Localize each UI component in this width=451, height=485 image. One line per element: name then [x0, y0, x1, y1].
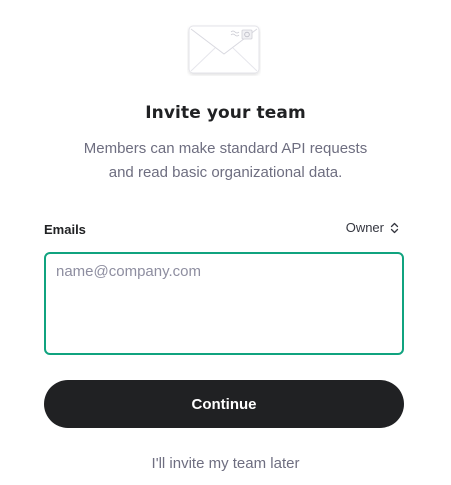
role-select-value: Owner — [345, 220, 384, 235]
subtitle-line-2: and read basic organizational data. — [108, 164, 343, 181]
page-subtitle: Members can make standard API requests a… — [60, 137, 391, 185]
envelope-icon — [187, 24, 261, 76]
invite-later-link[interactable]: I'll invite my team later — [0, 455, 451, 472]
email-input-container — [44, 252, 404, 355]
emails-label: Emails — [44, 222, 86, 237]
continue-button[interactable]: Continue — [44, 380, 404, 428]
chevron-up-down-icon — [390, 222, 399, 234]
page-title: Invite your team — [145, 103, 306, 123]
email-input[interactable] — [46, 254, 402, 353]
subtitle-line-1: Members can make standard API requests — [83, 140, 368, 157]
role-select[interactable]: Owner — [346, 220, 399, 235]
